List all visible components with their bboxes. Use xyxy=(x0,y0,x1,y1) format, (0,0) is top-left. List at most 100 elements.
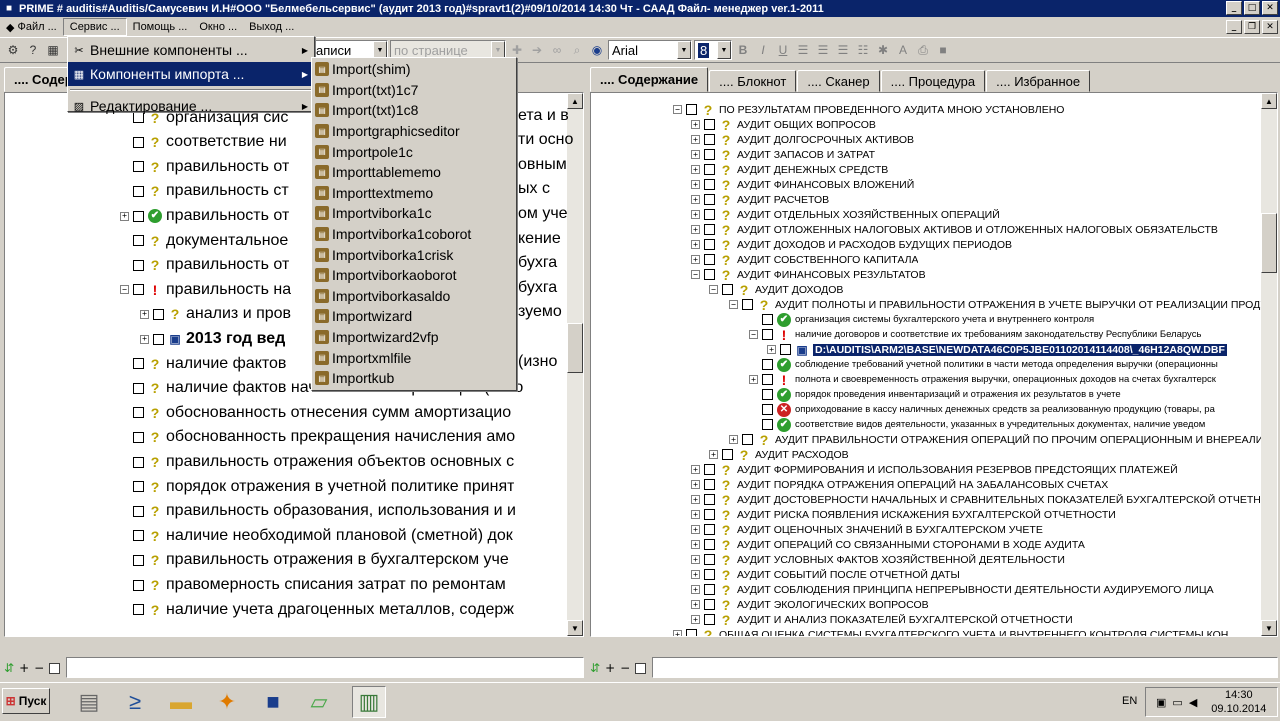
tree-checkbox[interactable] xyxy=(742,434,753,445)
tree-checkbox[interactable] xyxy=(704,239,715,250)
tree-checkbox[interactable] xyxy=(704,134,715,145)
tree-row[interactable]: ? наличие фактов xyxy=(120,352,286,376)
expand-icon[interactable]: + xyxy=(691,225,700,234)
import-menu-item[interactable]: ▤ Importkub xyxy=(312,368,516,389)
scroll-down-button[interactable]: ▼ xyxy=(567,620,583,636)
expand-icon[interactable]: + xyxy=(767,345,776,354)
print-icon[interactable]: ⎙ xyxy=(914,41,932,59)
tree-row[interactable]: +? АУДИТ ПОРЯДКА ОТРАЖЕНИЯ ОПЕРАЦИЙ НА ЗА… xyxy=(691,477,1108,492)
expand-icon[interactable]: + xyxy=(673,630,682,636)
tree-row[interactable]: +? АУДИТ РАСЧЕТОВ xyxy=(691,192,829,207)
tree-checkbox[interactable] xyxy=(762,329,773,340)
collapse-all-button[interactable]: − xyxy=(34,661,44,675)
tree-row[interactable]: ? правильность от xyxy=(120,253,289,277)
tree-row[interactable]: ✕ оприходование в кассу наличных денежных… xyxy=(749,402,1215,417)
tree-row[interactable]: +? АУДИТ И АНАЛИЗ ПОКАЗАТЕЛЕЙ БУХГАЛТЕРСК… xyxy=(691,612,1073,627)
tree-checkbox[interactable] xyxy=(133,161,144,173)
expand-icon[interactable]: + xyxy=(140,309,149,319)
filter-checkbox[interactable] xyxy=(635,662,647,674)
taskbar-app-prime[interactable]: ▥ xyxy=(352,686,386,718)
tree-checkbox[interactable] xyxy=(704,269,715,280)
tree-checkbox[interactable] xyxy=(762,314,773,325)
collapse-icon[interactable]: − xyxy=(729,300,738,309)
tab-right-4[interactable]: .... Избранное xyxy=(986,70,1091,92)
scroll-thumb[interactable] xyxy=(1261,213,1277,273)
expand-icon[interactable]: + xyxy=(140,334,149,344)
tree-row[interactable]: ? обоснованность отнесения сумм амортизац… xyxy=(120,401,511,425)
close-button[interactable]: ✕ xyxy=(1262,1,1278,15)
tree-checkbox[interactable] xyxy=(742,299,753,310)
underline-button[interactable]: U xyxy=(774,41,792,59)
expand-icon[interactable]: + xyxy=(691,615,700,624)
expand-icon[interactable]: + xyxy=(691,255,700,264)
tree-row[interactable]: ? соответствие ни xyxy=(120,130,287,154)
tree-row[interactable]: ? правильность ст xyxy=(120,179,289,203)
expand-icon[interactable]: + xyxy=(691,480,700,489)
taskbar-app-notes[interactable]: ▱ xyxy=(302,686,336,718)
font-combo[interactable]: Arial ▼ xyxy=(608,40,692,60)
expand-icon[interactable]: ⇵ xyxy=(4,661,14,675)
help-icon[interactable]: ? xyxy=(24,41,42,59)
tree-checkbox[interactable] xyxy=(133,136,144,148)
tree-row[interactable]: +? АУДИТ ОТДЕЛЬНЫХ ХОЗЯЙСТВЕННЫХ ОПЕРАЦИЙ xyxy=(691,207,1000,222)
tree-row[interactable]: −! наличие договоров и соответствие их тр… xyxy=(749,327,1201,342)
service-menu-item-0[interactable]: ✂ Внешние компоненты ... ▶ xyxy=(68,38,314,62)
tree-checkbox[interactable] xyxy=(704,164,715,175)
tree-checkbox[interactable] xyxy=(133,505,144,517)
left-scrollbar[interactable]: ▲ ▼ xyxy=(567,93,583,636)
collapse-icon[interactable]: − xyxy=(120,285,129,295)
service-menu-item-1[interactable]: ▦ Компоненты импорта ... ▶ xyxy=(68,62,314,86)
arrow-icon[interactable]: ➔ xyxy=(528,41,546,59)
tree-checkbox[interactable] xyxy=(153,308,164,320)
tree-row[interactable]: +? АУДИТ ЗАПАСОВ И ЗАТРАТ xyxy=(691,147,875,162)
tree-checkbox[interactable] xyxy=(686,629,697,636)
tree-checkbox[interactable] xyxy=(133,456,144,468)
right-tree[interactable]: ▲ ▼ −? ПО РЕЗУЛЬТАТАМ ПРОВЕДЕННОГО АУДИТА… xyxy=(590,92,1278,637)
expand-icon[interactable]: ⇵ xyxy=(590,661,600,675)
tree-row[interactable]: ? документальное xyxy=(120,229,288,253)
import-menu-item[interactable]: ▤ Importviborkasaldo xyxy=(312,286,516,307)
expand-icon[interactable]: + xyxy=(691,465,700,474)
tree-checkbox[interactable] xyxy=(704,224,715,235)
expand-icon[interactable]: + xyxy=(120,211,129,221)
tree-checkbox[interactable] xyxy=(704,194,715,205)
bold-button[interactable]: B xyxy=(734,41,752,59)
expand-icon[interactable]: + xyxy=(691,555,700,564)
start-button[interactable]: ⊞ Пуск xyxy=(2,688,50,714)
tree-row[interactable]: ✔ организация системы бухгалтерского учет… xyxy=(749,312,1094,327)
tree-row[interactable]: ? правомерность списания затрат по ремонт… xyxy=(120,573,506,597)
tree-row[interactable]: ✔ соблюдение требований учетной политики … xyxy=(749,357,1218,372)
import-menu-item[interactable]: ▤ Import(txt)1c7 xyxy=(312,80,516,101)
collapse-icon[interactable]: − xyxy=(673,105,682,114)
expand-icon[interactable]: + xyxy=(691,540,700,549)
tree-checkbox[interactable] xyxy=(133,604,144,616)
tree-checkbox[interactable] xyxy=(133,185,144,197)
expand-icon[interactable]: + xyxy=(709,450,718,459)
tree-checkbox[interactable] xyxy=(722,449,733,460)
tree-row[interactable]: + ✔ правильность от xyxy=(120,204,289,228)
tree-row[interactable]: +? АУДИТ РАСХОДОВ xyxy=(709,447,849,462)
expand-icon[interactable]: + xyxy=(691,495,700,504)
import-menu-item[interactable]: ▤ Importviborkaoborot xyxy=(312,265,516,286)
right-scrollbar[interactable]: ▲ ▼ xyxy=(1261,93,1277,636)
taskbar-app-powershell[interactable]: ≥ xyxy=(118,686,152,718)
scroll-up-button[interactable]: ▲ xyxy=(567,93,583,109)
tree-row[interactable]: +? АУДИТ ДОЛГОСРОЧНЫХ АКТИВОВ xyxy=(691,132,914,147)
tree-row[interactable]: +? АУДИТ ОБЩИХ ВОПРОСОВ xyxy=(691,117,876,132)
save-icon[interactable]: ■ xyxy=(934,41,952,59)
clock-time[interactable]: 14:30 xyxy=(1225,688,1253,702)
tree-checkbox[interactable] xyxy=(133,431,144,443)
tab-right-1[interactable]: .... Блокнот xyxy=(709,70,797,92)
tree-checkbox[interactable] xyxy=(704,509,715,520)
tree-row[interactable]: +? АУДИТ СОБЛЮДЕНИЯ ПРИНЦИПА НЕПРЕРЫВНОСТ… xyxy=(691,582,1214,597)
tree-checkbox[interactable] xyxy=(722,284,733,295)
tree-row[interactable]: +? АУДИТ ДЕНЕЖНЫХ СРЕДСТВ xyxy=(691,162,888,177)
expand-icon[interactable]: + xyxy=(691,165,700,174)
tree-row[interactable]: +? АУДИТ ФОРМИРОВАНИЯ И ИСПОЛЬЗОВАНИЯ РЕЗ… xyxy=(691,462,1178,477)
tree-checkbox[interactable] xyxy=(704,539,715,550)
import-menu-item[interactable]: ▤ Importgraphicseditor xyxy=(312,121,516,142)
tree-checkbox[interactable] xyxy=(133,481,144,493)
search-icon[interactable]: ⌕ xyxy=(568,41,586,59)
tree-checkbox[interactable] xyxy=(704,254,715,265)
tab-right-3[interactable]: .... Процедура xyxy=(880,70,986,92)
